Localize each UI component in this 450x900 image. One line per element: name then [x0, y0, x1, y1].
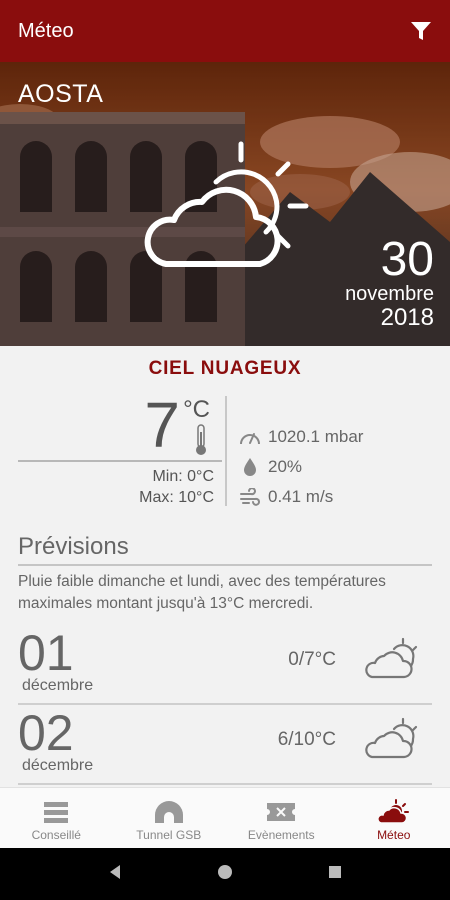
gauge-icon — [238, 426, 262, 448]
pressure-value: 1020.1 mbar — [268, 427, 364, 446]
partly-cloudy-icon — [138, 140, 318, 275]
nav-label: Conseillé — [31, 828, 81, 842]
nav-item-meteo[interactable]: Méteo — [338, 788, 450, 848]
forecast-day-temperature: 6/10°C — [277, 729, 336, 750]
nav-label: Evènements — [247, 828, 315, 842]
divider — [18, 703, 432, 705]
forecast-day-month: décembre — [22, 677, 94, 694]
forecast-title: Prévisions — [18, 533, 129, 560]
nav-label: Méteo — [377, 828, 411, 842]
bottom-navigation: Conseillé Tunnel GSB Evènements Méteo — [0, 787, 450, 848]
min-temperature: Min: 0°C — [152, 468, 214, 485]
app-title: Méteo — [18, 19, 74, 42]
partly-cloudy-icon — [364, 717, 420, 766]
date-day: 30 — [380, 233, 434, 286]
divider — [225, 396, 227, 506]
nav-item-tunnel-gsb[interactable]: Tunnel GSB — [113, 788, 226, 848]
temperature-panel: 7 °C Min: 0°C Max: 10°C — [18, 389, 222, 508]
home-icon[interactable] — [217, 864, 233, 885]
wind-icon — [238, 486, 262, 508]
date-month: novembre — [345, 283, 434, 305]
tunnel-icon — [154, 800, 184, 824]
forecast-day-month: décembre — [22, 757, 94, 774]
list-icon — [43, 800, 69, 824]
date-display: 30 novembre 2018 — [345, 233, 434, 331]
ticket-icon — [266, 800, 296, 824]
divider — [18, 783, 432, 785]
forecast-day-row[interactable]: 02 décembre 6/10°C — [18, 707, 432, 785]
forecast-day-temperature: 0/7°C — [288, 649, 336, 670]
condition-label: CIEL NUAGEUX — [148, 358, 302, 379]
app-bar: Méteo — [0, 0, 450, 62]
thermometer-icon — [194, 424, 208, 461]
humidity-value: 20% — [268, 457, 303, 476]
wind-stat: 0.41 m/s — [238, 482, 363, 512]
max-temperature: Max: 10°C — [139, 489, 214, 506]
divider — [18, 460, 222, 462]
forecast-day-row[interactable]: 01 décembre 0/7°C — [18, 627, 432, 705]
forecast-summary: Pluie faible dimanche et lundi, avec des… — [18, 573, 386, 612]
nav-item-evenements[interactable]: Evènements — [225, 788, 338, 848]
partly-cloudy-icon — [364, 637, 420, 686]
forecast-day-number: 01 — [18, 625, 74, 681]
city-name: AOSTA — [18, 80, 104, 108]
wind-value: 0.41 m/s — [268, 487, 334, 506]
back-icon[interactable] — [108, 864, 122, 885]
divider — [18, 564, 432, 566]
weather-hero: AOSTA 30 novembre 2018 — [0, 62, 450, 346]
filter-icon[interactable] — [408, 18, 434, 44]
min-max-temperatures: Min: 0°C Max: 10°C — [139, 466, 214, 508]
water-drop-icon — [238, 456, 262, 478]
current-temperature: 7 — [144, 389, 180, 461]
nav-label: Tunnel GSB — [136, 828, 202, 842]
weather-stats: 1020.1 mbar 20% 0.41 m/s — [238, 422, 363, 512]
forecast-day-number: 02 — [18, 705, 74, 761]
humidity-stat: 20% — [238, 452, 363, 482]
recents-icon[interactable] — [328, 865, 342, 884]
weather-icon — [377, 799, 410, 824]
date-year: 2018 — [380, 304, 434, 331]
nav-item-conseille[interactable]: Conseillé — [0, 788, 113, 848]
pressure-stat: 1020.1 mbar — [238, 422, 363, 452]
current-conditions: CIEL NUAGEUX 7 °C Min: 0°C Max: 10°C 102… — [0, 346, 450, 506]
temperature-unit: °C — [183, 396, 210, 423]
system-navigation-bar — [0, 848, 450, 900]
